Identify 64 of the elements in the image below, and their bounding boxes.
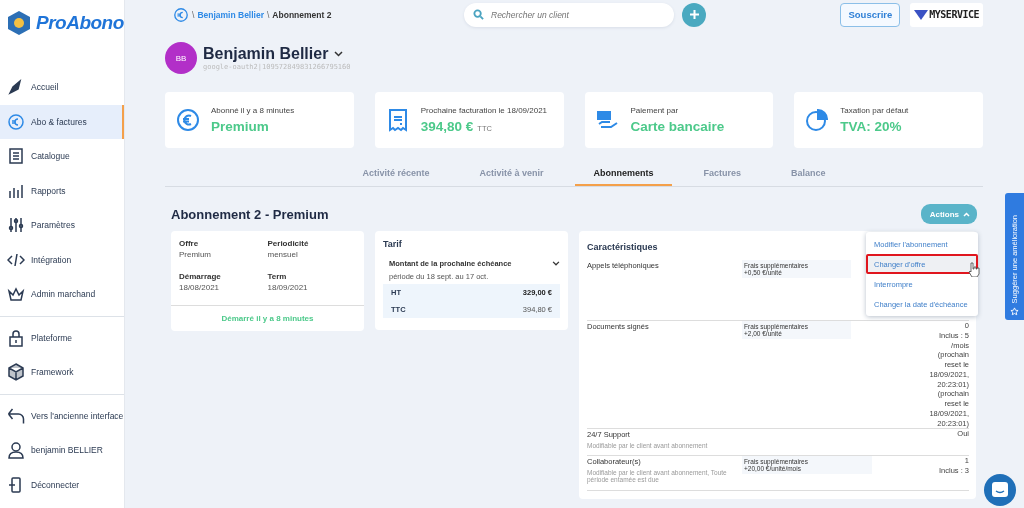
add-button[interactable]	[682, 2, 706, 27]
sidebar-item[interactable]: benjamin BELLIER	[0, 433, 124, 468]
sliders-icon	[7, 216, 25, 235]
card-value: Premium	[211, 119, 269, 134]
sidebar-item[interactable]: Intégration	[0, 242, 124, 277]
chevron-down-icon[interactable]	[552, 261, 560, 266]
card-label: Abonné il y a 8 minutes	[211, 106, 295, 115]
chevron-up-icon	[963, 211, 970, 217]
field-value: mensuel	[267, 250, 299, 259]
sidebar-item[interactable]: Catalogue	[0, 139, 124, 174]
subscribe-button[interactable]: Souscrire	[840, 2, 901, 27]
search-icon	[473, 9, 484, 20]
field-label: Periodicité	[267, 239, 310, 248]
field-value: 18/08/2021	[179, 282, 221, 292]
card-value: TVA: 20%	[840, 119, 902, 134]
euro-icon	[173, 6, 189, 23]
pie-icon	[804, 107, 831, 133]
field-label: Term	[267, 271, 288, 281]
euro-icon	[7, 112, 25, 131]
field-value: Premium	[179, 250, 212, 259]
user-icon	[7, 441, 25, 460]
undo-icon	[7, 406, 25, 425]
card-value: 394,80 €	[420, 119, 474, 134]
plus-icon	[689, 10, 699, 19]
card-label: Prochaine facturation le 18/09/2021	[420, 106, 548, 115]
breadcrumb-separator: \	[192, 9, 195, 20]
field-value: 18/09/2021	[267, 282, 309, 292]
search-field[interactable]: Rechercher un client	[464, 2, 674, 27]
card-label: Paiement par	[630, 106, 680, 115]
card-title: Tarif	[383, 239, 403, 249]
crown-icon	[7, 285, 25, 304]
sidebar-item[interactable]: Plateforme	[0, 320, 124, 355]
padlock-icon	[7, 328, 25, 347]
chat-button[interactable]	[984, 474, 1016, 506]
brand-logo-icon	[914, 9, 929, 20]
sidebar-item[interactable]: Abo & factures	[0, 104, 124, 139]
card-title: Caractéristiques	[587, 242, 658, 252]
field-label: Offre	[179, 239, 200, 248]
field-label: Démarrage	[179, 271, 222, 281]
sidebar-item[interactable]: Vers l'ancienne interface	[0, 398, 124, 433]
card-value: Carte bancaire	[630, 119, 725, 134]
cube-icon	[7, 363, 25, 382]
sidebar-item[interactable]: Accueil	[0, 70, 124, 105]
card-label: Taxation par défaut	[840, 106, 909, 115]
sidebar-item[interactable]: Déconnecter	[0, 467, 124, 502]
sidebar-item[interactable]: Framework	[0, 355, 124, 390]
notebook-icon	[7, 147, 25, 166]
star-icon	[1010, 307, 1019, 316]
logo-text: ProAbono	[36, 11, 124, 34]
section-title: Abonnement 2 - Premium	[171, 206, 329, 222]
euro-icon	[175, 107, 201, 133]
chat-icon	[991, 481, 1009, 499]
breadcrumb-current: Abonnement 2	[272, 9, 332, 20]
logo-icon	[7, 9, 31, 36]
breadcrumb-separator: \	[267, 9, 270, 20]
started-info: Démarré il y a 8 minutes	[171, 305, 364, 331]
brand-button[interactable]: MYSERVICE	[910, 2, 983, 27]
sidebar-item[interactable]: Paramètres	[0, 208, 124, 243]
tab[interactable]: Abonnements	[575, 165, 672, 186]
chevron-down-icon[interactable]	[334, 51, 344, 57]
avatar: BB	[165, 42, 197, 74]
sidebar-item[interactable]: Rapports	[0, 173, 124, 208]
customer-name: Benjamin Bellier	[203, 45, 329, 63]
sidebar-item[interactable]: Admin marchand	[0, 277, 124, 312]
